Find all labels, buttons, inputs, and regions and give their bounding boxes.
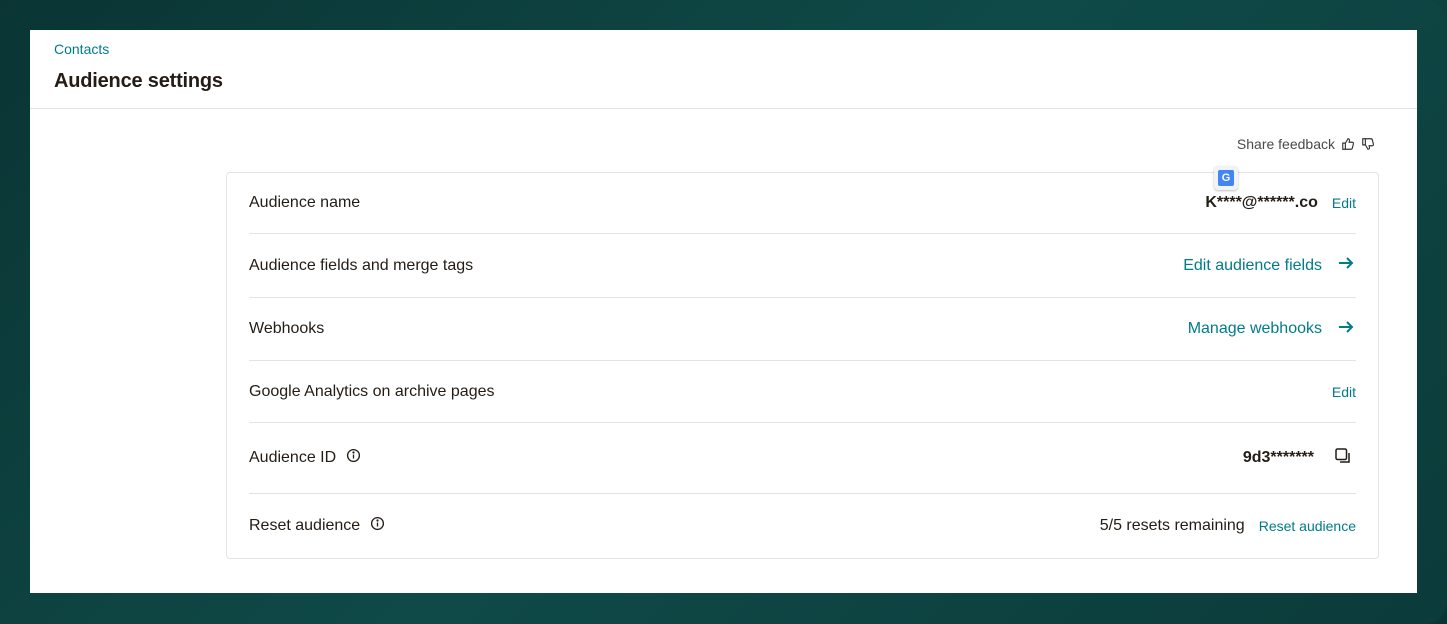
audience-settings-card: G Audience name K****@******.co Edit Aud… [226, 166, 1379, 559]
edit-google-analytics-link[interactable]: Edit [1332, 384, 1356, 400]
page-title: Audience settings [54, 70, 223, 92]
row-right-audience-id: 9d3******* [1243, 447, 1356, 470]
audience-name-value: K****@******.co [1205, 194, 1318, 211]
audience-id-value: 9d3******* [1242, 449, 1314, 466]
row-audience-id: Audience ID 9d3******* [249, 423, 1356, 494]
manage-webhooks-link[interactable]: Manage webhooks [1188, 320, 1322, 338]
breadcrumb-contacts[interactable]: Contacts [54, 41, 109, 57]
row-audience-name: Audience name K****@******.co Edit [249, 173, 1356, 234]
row-right-webhooks[interactable]: Manage webhooks [1188, 317, 1356, 342]
thumbs-up-icon[interactable] [1341, 137, 1355, 151]
row-right-audience-name: K****@******.co Edit [1205, 194, 1356, 212]
info-icon[interactable] [370, 516, 385, 536]
resets-remaining-value: 5/5 resets remaining [1099, 517, 1245, 534]
row-label-audience-fields: Audience fields and merge tags [249, 256, 474, 274]
row-label-google-analytics: Google Analytics on archive pages [249, 382, 495, 400]
audience-id-label: Audience ID [249, 449, 337, 466]
settings-page: Contacts Audience settings Share feedbac… [30, 30, 1417, 593]
app-frame: Contacts Audience settings Share feedbac… [0, 0, 1447, 624]
reset-audience-label: Reset audience [249, 517, 361, 534]
edit-audience-fields-link[interactable]: Edit audience fields [1183, 257, 1322, 275]
row-right-google-analytics: Edit [1332, 384, 1356, 400]
row-label-reset-audience: Reset audience [249, 516, 385, 536]
thumbs-down-icon[interactable] [1361, 137, 1375, 151]
row-right-audience-fields[interactable]: Edit audience fields [1183, 253, 1356, 278]
row-label-audience-id: Audience ID [249, 448, 361, 468]
row-label-webhooks: Webhooks [249, 320, 325, 337]
share-feedback: Share feedback [1237, 136, 1375, 152]
row-label-audience-name: Audience name [249, 194, 361, 211]
page-header: Contacts Audience settings [30, 30, 1417, 109]
row-google-analytics: Google Analytics on archive pages Edit [249, 361, 1356, 423]
edit-audience-name-link[interactable]: Edit [1332, 195, 1356, 211]
arrow-right-icon[interactable] [1336, 317, 1356, 342]
info-icon[interactable] [346, 448, 361, 468]
share-feedback-label: Share feedback [1236, 136, 1335, 152]
row-webhooks: Webhooks Manage webhooks [249, 298, 1356, 361]
row-audience-fields: Audience fields and merge tags Edit audi… [249, 234, 1356, 298]
reset-audience-link[interactable]: Reset audience [1259, 518, 1356, 534]
copy-icon[interactable] [1334, 447, 1352, 470]
row-right-reset-audience: 5/5 resets remaining Reset audience [1100, 517, 1356, 535]
row-reset-audience: Reset audience 5/5 resets remaining Rese… [249, 494, 1356, 558]
arrow-right-icon[interactable] [1336, 253, 1356, 278]
